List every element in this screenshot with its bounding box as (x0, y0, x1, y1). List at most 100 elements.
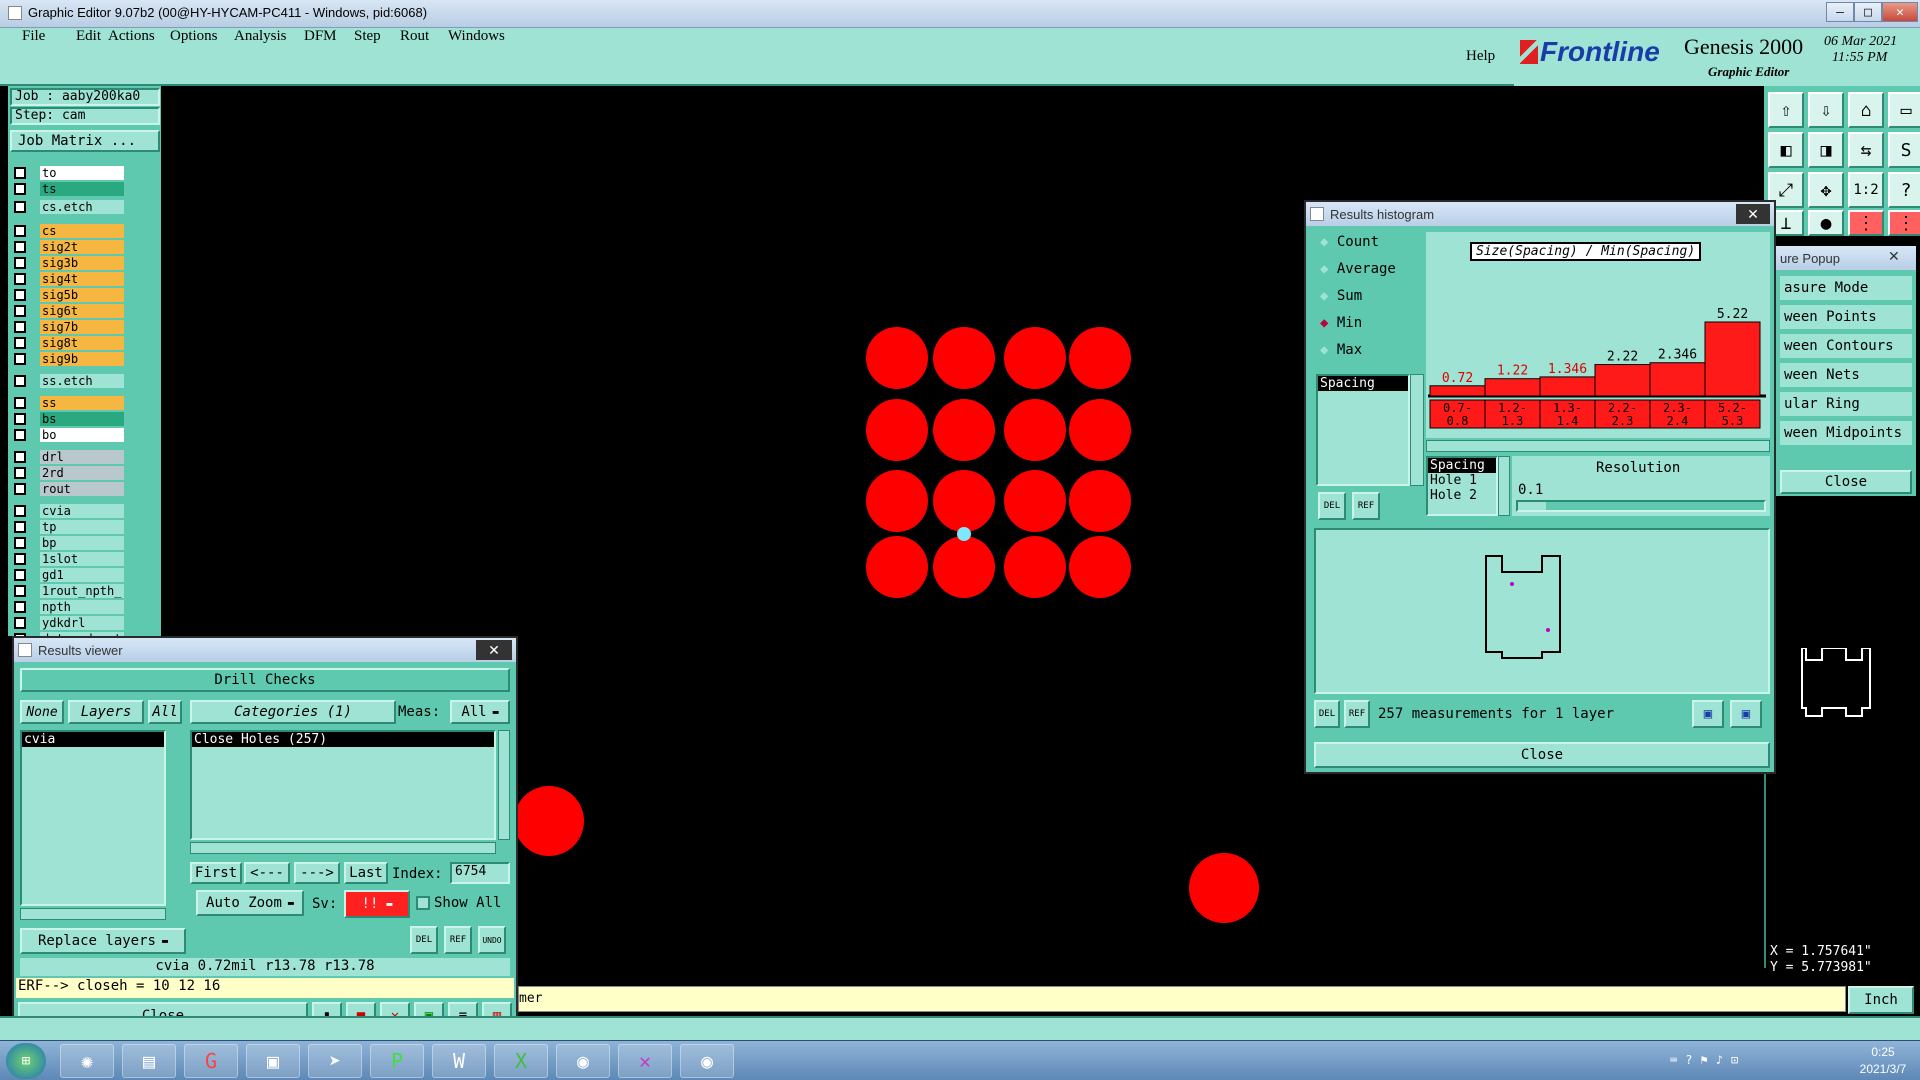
menu-file[interactable]: File (22, 28, 45, 45)
pan-left-icon[interactable]: ◧ (1768, 132, 1804, 168)
layer-checkbox[interactable] (14, 521, 26, 533)
menu-actions[interactable]: Actions (108, 28, 155, 45)
keyboard-icon[interactable]: ⌨ (1670, 1053, 1677, 1069)
layer-row[interactable]: bo (14, 428, 138, 442)
layer-row[interactable]: sig5b (14, 288, 138, 302)
layer-row[interactable]: sig9b (14, 352, 138, 366)
notepad-app-icon[interactable]: ▤ (122, 1044, 176, 1078)
layer-checkbox[interactable] (14, 505, 26, 517)
layer-name[interactable]: cvia (40, 504, 124, 518)
layer-checkbox[interactable] (14, 553, 26, 565)
layer-row[interactable]: npth (14, 600, 138, 614)
layer-row[interactable]: tp (14, 520, 138, 534)
layer-row[interactable]: 1rout_npth_ (14, 584, 138, 598)
measure-mode-item[interactable]: ween Contours (1780, 334, 1912, 358)
excel-app-icon[interactable]: X (494, 1044, 548, 1078)
menu-rout[interactable]: Rout (400, 28, 429, 45)
maximize-button[interactable]: □ (1854, 2, 1882, 22)
layer-row[interactable]: 1slot (14, 552, 138, 566)
layer-name[interactable]: npth (40, 600, 124, 614)
layer-name[interactable]: drl (40, 450, 124, 464)
measure-mode-item[interactable]: ween Points (1780, 305, 1912, 329)
shell-app-icon[interactable]: ✺ (60, 1044, 114, 1078)
layer-name[interactable]: 2rd (40, 466, 124, 480)
layer-row[interactable]: ydkdrl (14, 616, 138, 630)
radio-sum[interactable]: ◆ Sum (1320, 288, 1362, 304)
help-icon[interactable]: ? (1888, 172, 1920, 208)
layer-checkbox[interactable] (14, 183, 26, 195)
menu-step[interactable]: Step (354, 28, 381, 45)
layer-checkbox[interactable] (14, 537, 26, 549)
function-list[interactable]: Spacing (1316, 374, 1410, 486)
layer-name[interactable]: tp (40, 520, 124, 534)
viewer-app-icon[interactable]: ◉ (556, 1044, 610, 1078)
layer-name[interactable]: gd1 (40, 568, 124, 582)
swap-icon[interactable]: ⇆ (1848, 132, 1884, 168)
layer-row[interactable]: sig4t (14, 272, 138, 286)
layer-name[interactable]: sig3b (40, 256, 124, 270)
layer-row[interactable]: bp (14, 536, 138, 550)
layer-name[interactable]: sig5b (40, 288, 124, 302)
measure-mode-item[interactable]: ween Nets (1780, 363, 1912, 387)
layer-name[interactable]: sig6t (40, 304, 124, 318)
category-list-vscrollbar[interactable] (498, 730, 510, 840)
radio-max[interactable]: ◆ Max (1320, 342, 1362, 358)
clock-time[interactable]: 0:25 (1850, 1045, 1916, 1059)
layer-row[interactable]: 2rd (14, 466, 138, 480)
auto-zoom-dropdown[interactable]: Auto Zoom ▬ (196, 890, 304, 916)
viewer-undo-button[interactable]: UNDO (478, 926, 506, 954)
category-list[interactable]: Close Holes (257) (190, 730, 496, 840)
layer-row[interactable]: cs (14, 224, 138, 238)
layer-row[interactable]: ts (14, 182, 138, 196)
layer-row[interactable]: rout (14, 482, 138, 496)
previous-button[interactable]: <--- (244, 862, 290, 884)
layer-checkbox[interactable] (14, 257, 26, 269)
close-icon[interactable]: ✕ (1736, 204, 1770, 224)
layer-name[interactable]: sig8t (40, 336, 124, 350)
attribute-list-scrollbar[interactable] (1498, 456, 1510, 516)
close-icon[interactable]: ✕ (476, 640, 512, 660)
layer-name[interactable]: rout (40, 482, 124, 496)
layer-row[interactable]: sig2t (14, 240, 138, 254)
layer-checkbox[interactable] (14, 167, 26, 179)
category-list-hscrollbar[interactable] (190, 842, 496, 854)
histogram-del-button[interactable]: DEL (1318, 492, 1346, 520)
snap-icon[interactable]: S (1888, 132, 1920, 168)
layer-name[interactable]: ts (40, 182, 124, 196)
layer-name[interactable]: sig2t (40, 240, 124, 254)
layer-checkbox[interactable] (14, 451, 26, 463)
resolution-slider[interactable] (1516, 500, 1766, 512)
flag-icon[interactable]: ⚑ (1700, 1053, 1707, 1069)
move-up-icon[interactable]: ⇧ (1768, 92, 1804, 128)
layer-name[interactable]: bs (40, 412, 124, 426)
histogram-bar[interactable] (1649, 362, 1706, 397)
layer-name[interactable]: cs (40, 224, 124, 238)
layer-checkbox[interactable] (14, 617, 26, 629)
word-app-icon[interactable]: W (432, 1044, 486, 1078)
layer-checkbox[interactable] (14, 413, 26, 425)
layer-checkbox[interactable] (14, 273, 26, 285)
preview-del-button[interactable]: DEL (1314, 700, 1340, 728)
histogram-close-button[interactable]: Close (1314, 742, 1770, 768)
layer-name[interactable]: 1rout_npth_ (40, 584, 124, 598)
histogram-bar[interactable] (1484, 378, 1541, 397)
layer-row[interactable]: drl (14, 450, 138, 464)
layer-checkbox[interactable] (14, 241, 26, 253)
layer-checkbox[interactable] (14, 397, 26, 409)
index-input[interactable]: 6754 (450, 862, 510, 884)
layer-name[interactable]: cs.etch (40, 200, 124, 214)
close-icon[interactable]: ✕ (1888, 248, 1900, 265)
measure-close-button[interactable]: Close (1780, 470, 1912, 494)
units-dropdown[interactable]: Inch (1848, 986, 1914, 1014)
layer-checkbox[interactable] (14, 375, 26, 387)
layer-row[interactable]: ss.etch (14, 374, 138, 388)
severity-dropdown[interactable]: !! ▬ (344, 890, 410, 918)
layers-all-button[interactable]: All (148, 700, 182, 724)
layers-none-button[interactable]: None (20, 700, 64, 724)
measure-icon[interactable]: ● (1808, 210, 1844, 236)
menu-dfm[interactable]: DFM (304, 28, 337, 45)
layer-row[interactable]: cvia (14, 504, 138, 518)
function-list-scrollbar[interactable] (1410, 374, 1424, 486)
histogram-bar[interactable] (1429, 385, 1486, 397)
attribute-item[interactable]: Hole 1 (1428, 473, 1496, 488)
